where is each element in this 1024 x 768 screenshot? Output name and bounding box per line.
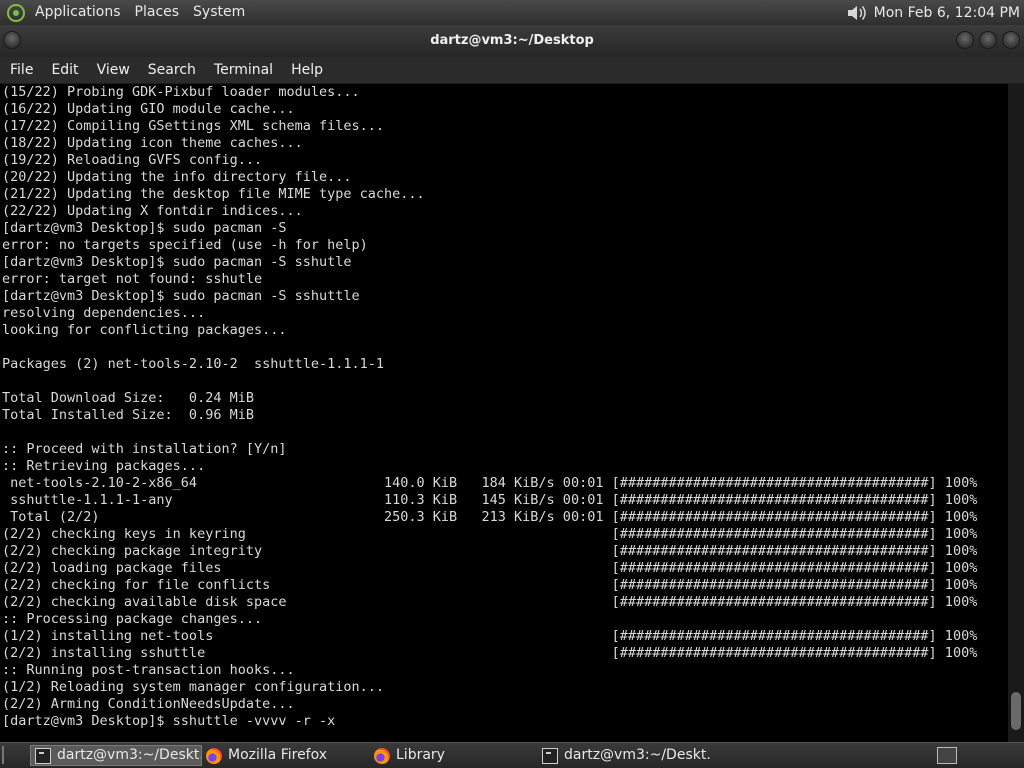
taskbar-item-library[interactable]: Library [370, 745, 536, 766]
terminal-menu[interactable]: Terminal [205, 57, 282, 83]
taskbar-item-label: dartz@vm3:~/Deskt... [564, 747, 710, 763]
search-menu[interactable]: Search [139, 57, 205, 83]
places-menu[interactable]: Places [128, 0, 187, 25]
terminal-output[interactable]: (15/22) Probing GDK-Pixbuf loader module… [0, 84, 1008, 730]
scrollbar-thumb[interactable] [1011, 692, 1021, 730]
taskbar-item-terminal-2[interactable]: dartz@vm3:~/Deskt... [538, 745, 710, 766]
firefox-icon [206, 747, 222, 764]
window-title-bar[interactable]: dartz@vm3:~/Desktop [0, 25, 1024, 57]
minimize-button[interactable] [956, 31, 974, 49]
window-title: dartz@vm3:~/Desktop [430, 33, 594, 48]
firefox-icon [374, 747, 390, 764]
terminal-area[interactable]: (15/22) Probing GDK-Pixbuf loader module… [0, 84, 1008, 742]
system-tray: Mon Feb 6, 12:04 PM [846, 0, 1024, 25]
file-menu[interactable]: File [0, 57, 42, 83]
show-desktop-button[interactable] [2, 746, 28, 764]
system-menu[interactable]: System [186, 0, 252, 25]
terminal-icon [542, 747, 558, 764]
terminal-icon [35, 747, 51, 764]
taskbar-item-label: dartz@vm3:~/Deskt... [57, 747, 202, 763]
maximize-button[interactable] [979, 31, 997, 49]
help-menu[interactable]: Help [282, 57, 332, 83]
taskbar-item-label: Library [396, 747, 445, 763]
taskbar-item-terminal-1[interactable]: dartz@vm3:~/Deskt... [30, 745, 202, 766]
view-menu[interactable]: View [88, 57, 139, 83]
clock[interactable]: Mon Feb 6, 12:04 PM [874, 5, 1024, 21]
terminal-scrollbar[interactable] [1008, 84, 1024, 742]
taskbar-item-firefox[interactable]: Mozilla Firefox [202, 745, 368, 766]
bottom-panel: dartz@vm3:~/Deskt... Mozilla Firefox Lib… [0, 742, 1024, 768]
top-panel: Applications Places System Mon Feb 6, 12… [0, 0, 1024, 25]
close-button[interactable] [1002, 31, 1020, 49]
edit-menu[interactable]: Edit [42, 57, 87, 83]
taskbar-item-label: Mozilla Firefox [228, 747, 328, 763]
menu-bar: File Edit View Search Terminal Help [0, 57, 1024, 84]
applications-menu[interactable]: Applications [28, 0, 128, 25]
workspace-switcher[interactable] [937, 747, 957, 764]
volume-icon[interactable] [846, 3, 868, 23]
distro-logo-icon[interactable] [7, 3, 25, 22]
